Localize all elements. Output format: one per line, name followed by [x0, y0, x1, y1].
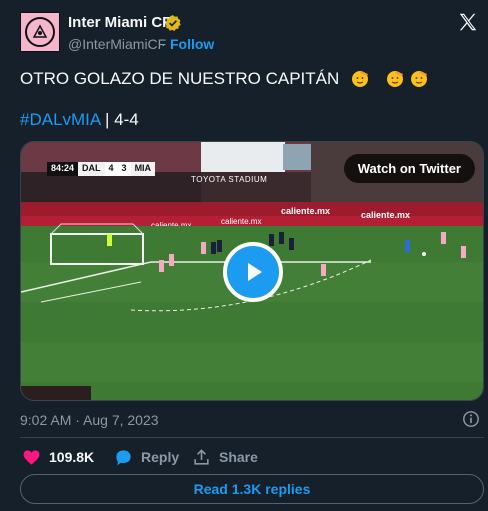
svg-text:caliente.mx: caliente.mx: [281, 206, 330, 216]
saluting-face-icon: [411, 71, 428, 87]
video-player[interactable]: caliente.mx caliente.mx caliente.mx cali…: [20, 141, 484, 401]
reply-bubble-icon: [116, 449, 131, 465]
share-icon: [194, 448, 209, 465]
divider: [20, 437, 484, 438]
heron-crest-icon: [25, 17, 55, 47]
account-handle[interactable]: @InterMiamiCF: [68, 36, 166, 52]
home-score: 4: [104, 162, 118, 176]
share-label: Share: [219, 449, 258, 465]
play-icon: [248, 263, 262, 281]
hashtag-link[interactable]: #DALvMIA: [20, 110, 100, 129]
svg-text:caliente.mx: caliente.mx: [221, 217, 261, 226]
read-replies-button[interactable]: Read 1.3K replies: [20, 474, 484, 504]
share-button[interactable]: Share: [192, 446, 258, 468]
svg-text:caliente.mx: caliente.mx: [361, 210, 410, 220]
home-team: DAL: [78, 162, 105, 176]
play-button[interactable]: [223, 242, 283, 302]
scorebug: 84:24 DAL 4 3 MIA: [47, 162, 156, 176]
watch-on-twitter-button[interactable]: Watch on Twitter: [343, 154, 475, 183]
away-team: MIA: [130, 162, 156, 176]
follow-button[interactable]: Follow: [170, 36, 214, 52]
avatar[interactable]: [20, 12, 60, 52]
separator-dot: ·: [161, 36, 166, 52]
tweet-timestamp[interactable]: 9:02 AM · Aug 7, 2023: [20, 412, 159, 428]
reply-label: Reply: [141, 449, 180, 465]
away-score: 3: [117, 162, 131, 176]
stadium-label: TOYOTA STADIUM: [191, 175, 268, 184]
heart-icon: [23, 449, 40, 465]
like-count: 109.8K: [49, 449, 95, 465]
saluting-face-icon: [352, 71, 368, 87]
score-text: | 4-4: [105, 110, 139, 129]
tweet-text-line: OTRO GOLAZO DE NUESTRO CAPITÁN: [20, 68, 429, 89]
x-logo-icon[interactable]: [457, 11, 479, 33]
saluting-face-icon: [386, 71, 403, 87]
verified-badge-icon: [165, 15, 181, 31]
tweet-hashtag-line: #DALvMIA | 4-4: [20, 110, 139, 130]
tweet-card: Inter Miami CF @InterMiamiCF · Follow OT…: [0, 0, 488, 511]
account-name[interactable]: Inter Miami CF: [68, 14, 171, 31]
tweet-text: OTRO GOLAZO DE NUESTRO CAPITÁN: [20, 69, 340, 88]
info-icon[interactable]: [462, 410, 480, 428]
match-clock: 84:24: [47, 162, 79, 176]
reply-button[interactable]: Reply: [114, 446, 179, 468]
like-button[interactable]: 109.8K: [22, 446, 94, 468]
